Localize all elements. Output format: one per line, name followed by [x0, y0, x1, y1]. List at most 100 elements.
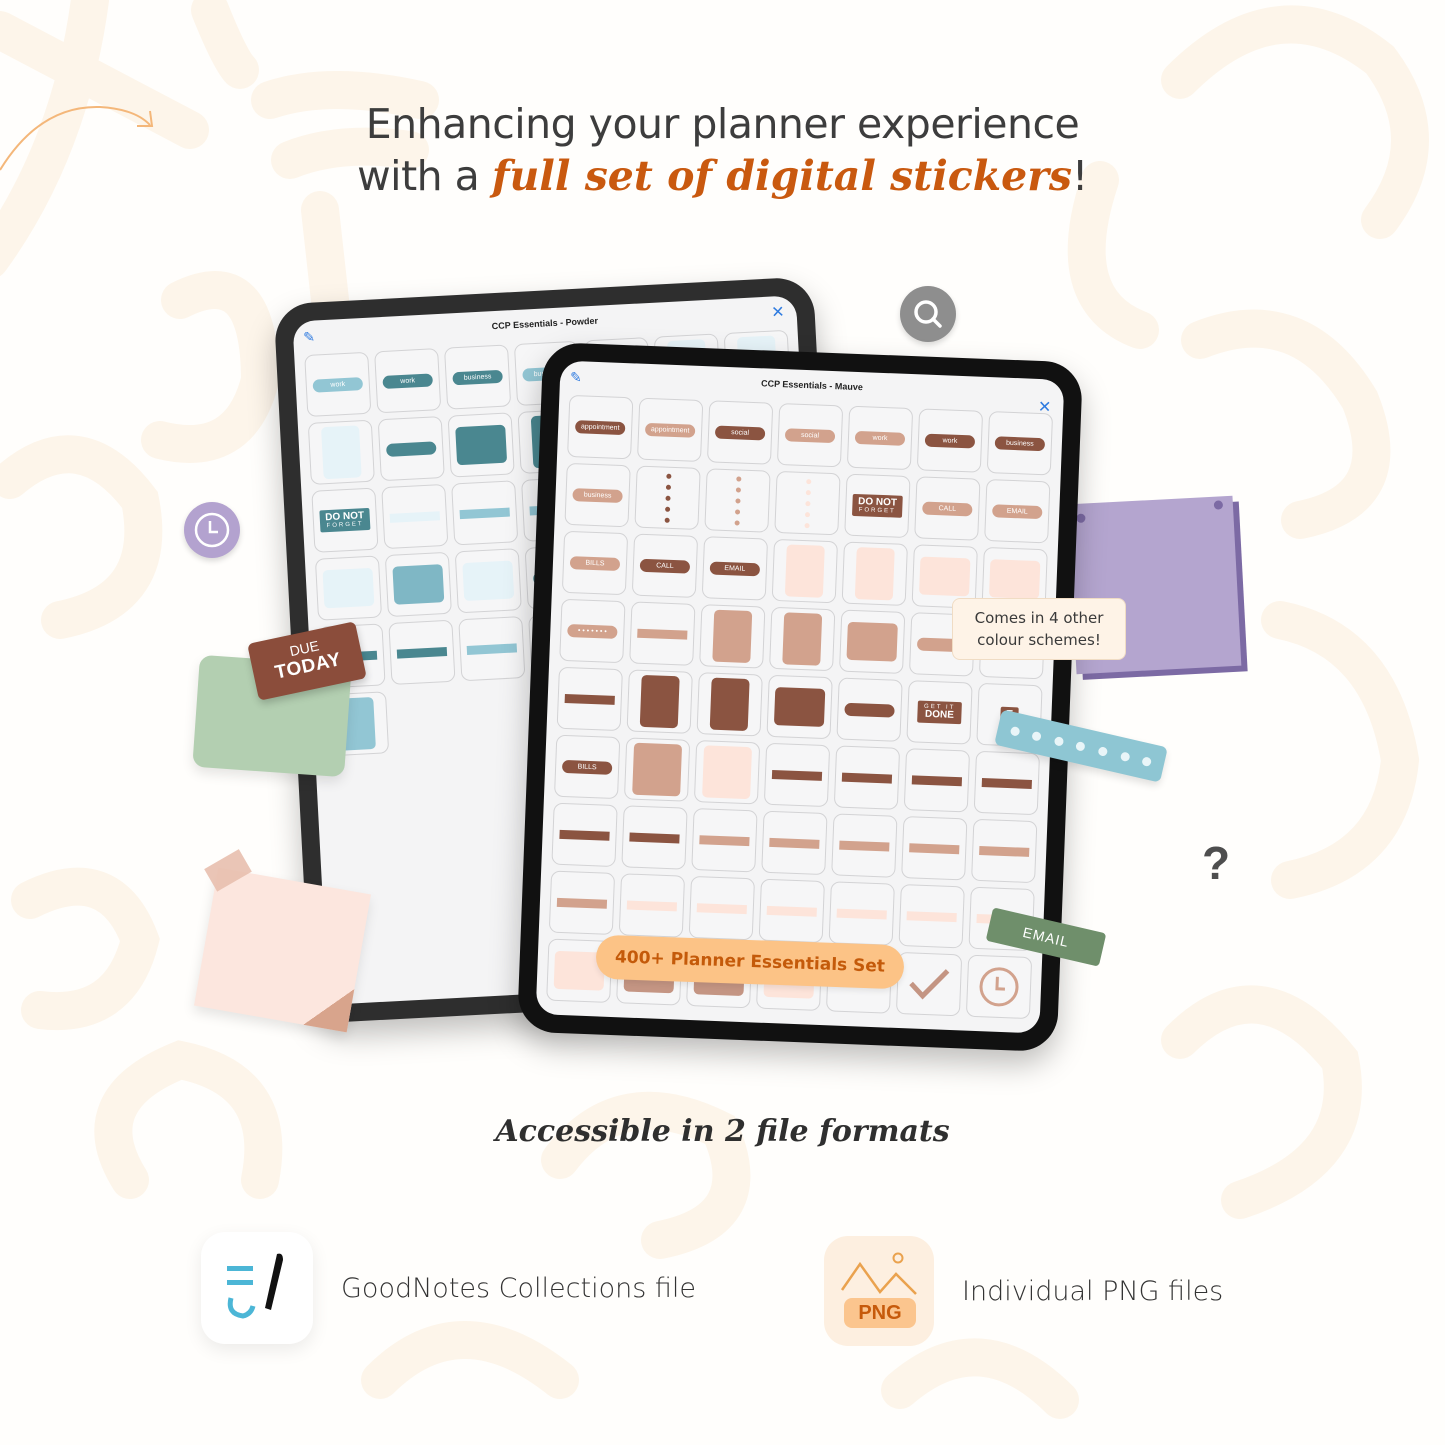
sticker-block [701, 744, 753, 800]
sticker-cell[interactable] [621, 805, 688, 870]
sticker-label: business [572, 487, 623, 503]
sticker-cell[interactable]: BILLS [553, 734, 621, 800]
sticker-cell[interactable] [634, 465, 701, 530]
sticker-cell[interactable] [898, 884, 965, 949]
sticker-cell[interactable] [699, 604, 766, 669]
sticker-cell[interactable] [761, 810, 828, 876]
sticker-cell[interactable] [831, 813, 898, 878]
sticker-cell[interactable] [377, 415, 445, 482]
sticker-cell[interactable] [556, 666, 623, 732]
sticker-cell[interactable] [688, 875, 756, 941]
sticker-cell[interactable]: social [706, 400, 774, 465]
sticker-cell[interactable] [618, 873, 686, 938]
sticker-cell[interactable]: • • • • • • • [559, 598, 626, 664]
sticker-text-label: DO NOT FORGET [851, 493, 904, 518]
sticker-cell[interactable] [841, 541, 908, 606]
sticker-bar [836, 908, 888, 920]
sticker-cell[interactable] [693, 740, 761, 805]
sticker-bar [981, 777, 1033, 789]
sticker-cell[interactable] [381, 483, 449, 550]
callout-line1: Comes in 4 other [974, 609, 1104, 627]
sticker-cell[interactable] [965, 954, 1033, 1020]
sticker-label: work [854, 430, 906, 446]
sticker-cell[interactable] [629, 601, 696, 666]
sticker-cell[interactable]: work [374, 348, 442, 414]
sticker-cell[interactable]: appointment [567, 394, 634, 460]
sticker-block [846, 622, 899, 662]
pin-icon [1213, 500, 1224, 510]
tape-icon [204, 849, 252, 892]
sticker-label: CALL [639, 558, 690, 574]
sticker-cell[interactable]: business [986, 411, 1054, 476]
format-goodnotes: GoodNotes Collections file [201, 1232, 696, 1344]
sticker-cell[interactable] [758, 878, 825, 944]
sticker-block [773, 687, 826, 727]
sticker-cell[interactable] [626, 669, 693, 734]
sticker-cell[interactable]: EMAIL [701, 536, 769, 601]
tablet-mauve-screen: ✎ CCP Essentials - Mauve ✕ appointment ap… [535, 360, 1065, 1034]
sticker-bar [626, 899, 678, 911]
sticker-bar [906, 910, 958, 922]
sticker-cell[interactable] [458, 616, 526, 682]
sticker-cell[interactable] [901, 816, 968, 881]
sticker-block [782, 611, 822, 667]
sticker-cell[interactable] [771, 538, 839, 604]
sticker-cell[interactable] [451, 480, 519, 546]
sticker-cell[interactable]: DO NOT FORGET [311, 487, 379, 553]
sticker-cell[interactable] [623, 737, 691, 802]
pink-sticky-note [194, 849, 371, 1033]
sticker-cell[interactable]: work [916, 408, 984, 473]
sticker-cell[interactable] [769, 606, 836, 672]
sticker-cell[interactable] [971, 818, 1038, 884]
format-label: Individual PNG files [962, 1275, 1224, 1307]
sticker-cell[interactable] [548, 870, 616, 935]
sticker-cell[interactable]: GET IT DONE [906, 680, 973, 745]
sticker-text-label: GET IT DONE [917, 700, 962, 725]
sticker-cell[interactable]: BILLS [561, 530, 629, 596]
sticker-cell[interactable] [307, 419, 375, 485]
sticker-cell[interactable] [973, 750, 1041, 816]
sticker-cell[interactable] [774, 470, 841, 536]
sticker-bar [771, 769, 823, 781]
sticker-cell[interactable]: social [776, 402, 844, 468]
sticker-cell[interactable] [839, 609, 906, 674]
sticker-cell[interactable] [903, 748, 971, 813]
sticker-cell[interactable] [766, 674, 833, 740]
sticker-dots [804, 478, 811, 528]
sticker-cell[interactable] [836, 677, 903, 742]
sticker-cell[interactable] [551, 802, 618, 868]
sticker-label: BILLS [569, 555, 621, 571]
sticker-label: work [382, 372, 433, 389]
sticker-cell[interactable]: business [564, 462, 631, 528]
sticker-cell[interactable]: work [846, 405, 914, 471]
callout-line2: colour schemes! [977, 631, 1101, 649]
sticker-cell[interactable] [704, 468, 771, 533]
clock-icon [194, 512, 230, 548]
sticker-cell[interactable] [691, 807, 758, 873]
sticker-block [321, 424, 362, 480]
close-icon[interactable]: ✕ [771, 302, 785, 323]
sticker-label: social [785, 427, 836, 443]
sticker-cell[interactable] [447, 412, 515, 478]
sticker-cell[interactable] [763, 742, 831, 808]
sticker-label: appointment [575, 419, 626, 435]
sticker-block [710, 677, 750, 732]
sticker-cell[interactable] [314, 555, 383, 621]
sticker-bar [389, 510, 441, 523]
sticker-cell[interactable]: CALL [914, 476, 981, 541]
sticker-block [988, 559, 1041, 599]
sticker-cell[interactable]: DO NOT FORGET [844, 473, 911, 539]
sticker-cell[interactable] [696, 672, 763, 737]
sticker-cell[interactable] [895, 951, 963, 1017]
sticker-cell[interactable] [828, 881, 895, 946]
sticker-cell[interactable] [833, 745, 901, 810]
sticker-cell[interactable]: work [304, 351, 372, 418]
sticker-cell[interactable]: EMAIL [984, 478, 1051, 544]
sticker-cell[interactable] [388, 619, 456, 685]
goodnotes-icon [201, 1232, 313, 1344]
sticker-cell[interactable]: business [444, 344, 512, 410]
sticker-cell[interactable] [384, 551, 452, 618]
sticker-cell[interactable] [454, 548, 522, 614]
sticker-cell[interactable]: appointment [636, 397, 704, 463]
sticker-cell[interactable]: CALL [631, 533, 699, 598]
